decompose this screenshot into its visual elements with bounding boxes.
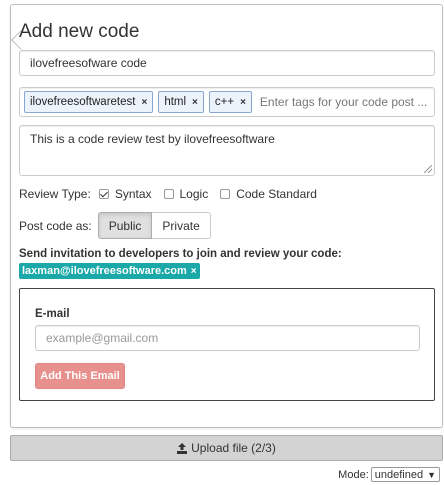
tags-input[interactable]: ilovefreesoftwaretest × html × c++ × Ent… <box>19 87 435 117</box>
review-option-label: Code Standard <box>236 187 317 201</box>
review-type-label: Review Type: <box>19 187 91 201</box>
tag-label: html <box>164 96 187 108</box>
review-option-label: Syntax <box>114 187 152 201</box>
post-as-label: Post code as: <box>19 218 92 233</box>
mode-row: Mode: undefined ▼ <box>338 467 440 482</box>
post-as-toggle: Public Private <box>97 212 211 239</box>
invited-email-chip: laxman@ilovefreesoftware.com × <box>19 263 200 279</box>
chevron-down-icon: ▼ <box>427 469 436 480</box>
panel-title: Add new code <box>19 21 140 42</box>
review-option-label: Logic <box>179 187 209 201</box>
tag-chip: c++ × <box>208 91 252 113</box>
resize-grip-icon[interactable] <box>424 165 432 173</box>
checkbox-icon[interactable] <box>163 189 174 199</box>
post-as-row: Post code as: Public Private <box>19 212 211 239</box>
review-type-row: Review Type: Syntax Logic Code Standard <box>19 187 329 201</box>
email-invite-box: E-mail example@gmail.com Add This Email <box>19 288 435 401</box>
tag-chip: html × <box>158 91 204 113</box>
add-code-panel: Add new code ilovefreesofware code ilove… <box>10 4 443 428</box>
description-textarea[interactable]: This is a code review test by ilovefrees… <box>19 125 435 176</box>
code-name-input[interactable]: ilovefreesofware code <box>19 50 435 76</box>
description-text: This is a code review test by ilovefrees… <box>30 132 275 146</box>
tag-label: c++ <box>214 96 235 108</box>
tag-label: ilovefreesoftwaretest <box>30 96 136 108</box>
review-option-logic[interactable]: Logic <box>163 187 209 201</box>
upload-label: Upload file (2/3) <box>191 441 276 455</box>
mode-select[interactable]: undefined ▼ <box>370 467 440 482</box>
upload-icon <box>177 442 188 454</box>
remove-email-icon[interactable]: × <box>191 266 197 277</box>
tag-remove-icon[interactable]: × <box>240 97 246 108</box>
invited-email-text: laxman@ilovefreesoftware.com <box>22 265 187 277</box>
private-button[interactable]: Private <box>152 212 211 239</box>
mode-value: undefined <box>374 468 424 481</box>
add-email-button[interactable]: Add This Email <box>35 363 125 389</box>
checkbox-checked-icon[interactable] <box>98 189 109 199</box>
tag-remove-icon[interactable]: × <box>192 97 198 108</box>
review-option-code-standard[interactable]: Code Standard <box>220 187 317 201</box>
email-field[interactable]: example@gmail.com <box>35 325 420 351</box>
tag-remove-icon[interactable]: × <box>141 97 147 108</box>
review-option-syntax[interactable]: Syntax <box>98 187 152 201</box>
tag-chip: ilovefreesoftwaretest × <box>24 91 154 113</box>
invite-title: Send invitation to developers to join an… <box>19 248 342 260</box>
mode-label: Mode: <box>338 468 369 481</box>
upload-file-button[interactable]: Upload file (2/3) <box>10 435 443 461</box>
tags-placeholder[interactable]: Enter tags for your code post ... <box>260 95 427 109</box>
public-button[interactable]: Public <box>97 212 153 239</box>
email-label: E-mail <box>35 308 70 320</box>
checkbox-icon[interactable] <box>220 189 231 199</box>
